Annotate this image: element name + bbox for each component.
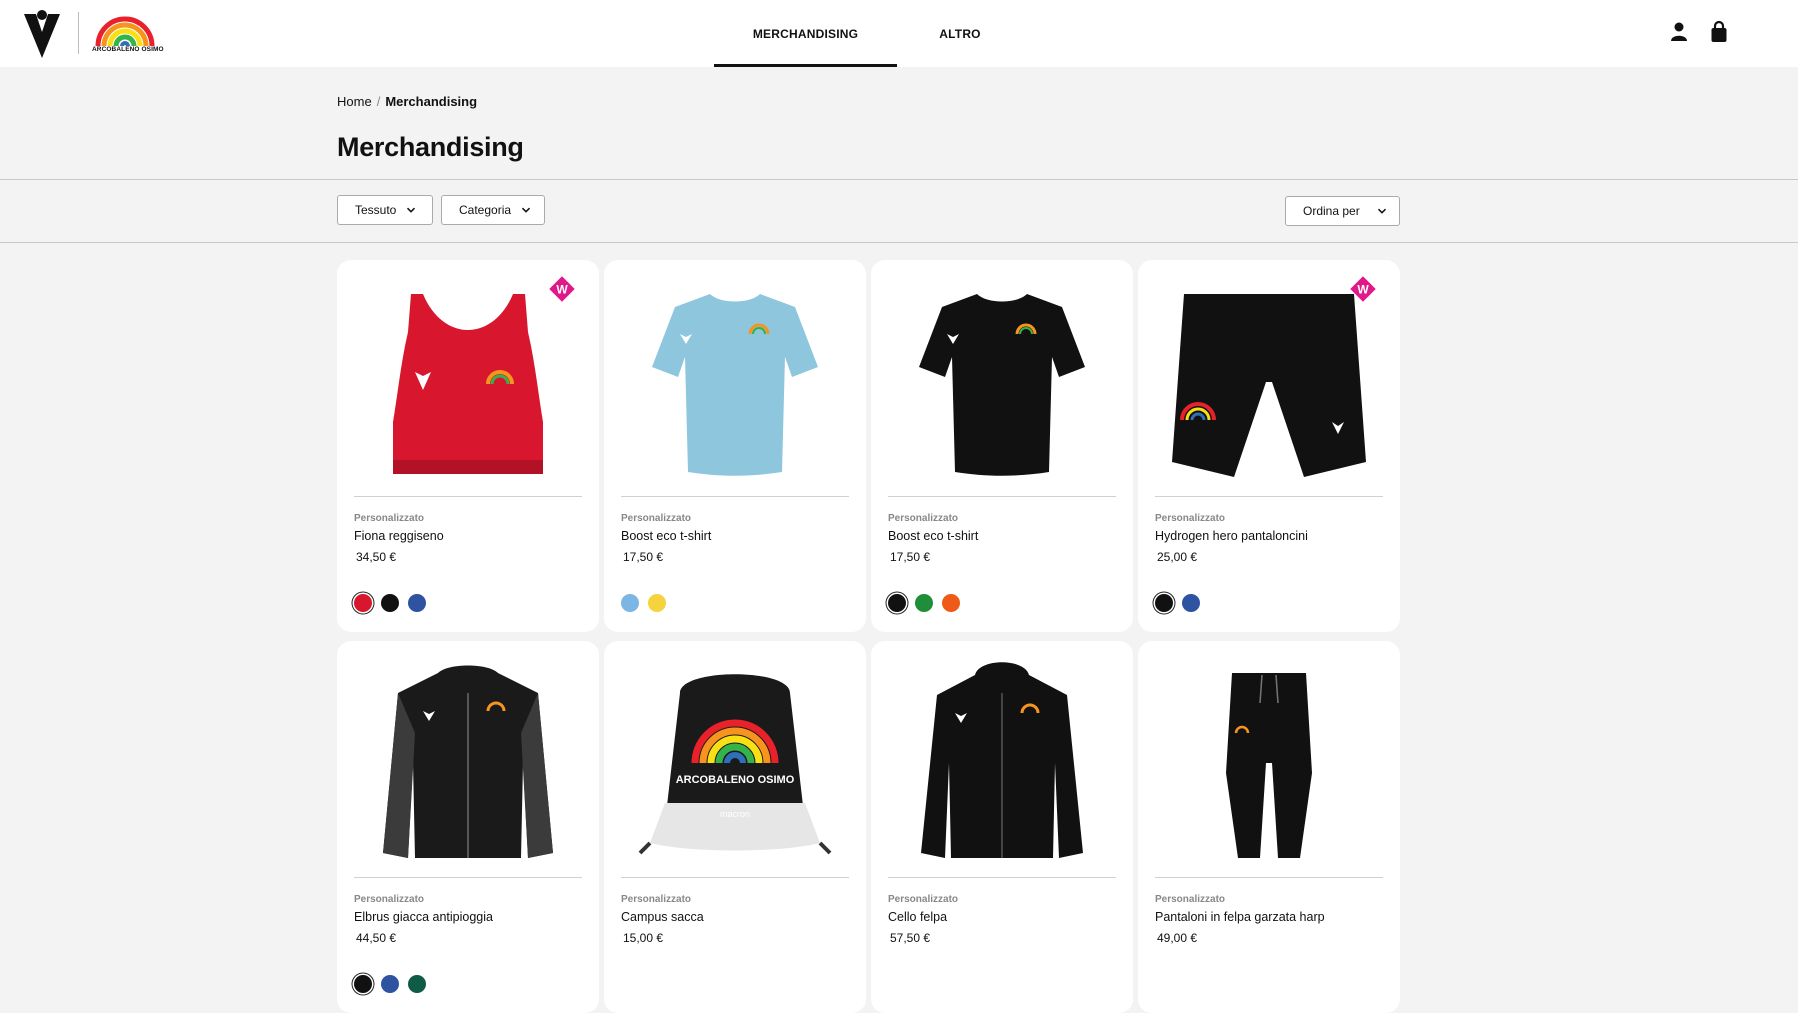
color-swatch-black[interactable] bbox=[888, 594, 906, 612]
product-image-rain-jacket[interactable] bbox=[353, 653, 583, 875]
color-swatches bbox=[621, 594, 666, 612]
card-divider bbox=[1155, 496, 1383, 497]
card-divider bbox=[888, 877, 1116, 878]
color-swatches bbox=[354, 975, 426, 993]
product-price: 49,00 € bbox=[1157, 931, 1198, 945]
product-price: 17,50 € bbox=[623, 550, 664, 564]
product-price: 44,50 € bbox=[356, 931, 397, 945]
card-divider bbox=[888, 496, 1116, 497]
filter-bar-bottom-rule bbox=[0, 242, 1798, 243]
product-price: 57,50 € bbox=[890, 931, 931, 945]
women-badge-icon: W bbox=[1350, 276, 1376, 302]
product-tag: Personalizzato bbox=[1155, 894, 1226, 905]
chevron-down-icon bbox=[1377, 208, 1387, 214]
product-name[interactable]: Boost eco t-shirt bbox=[621, 529, 711, 543]
shopping-bag-icon[interactable] bbox=[1707, 20, 1731, 44]
page-title: Merchandising bbox=[337, 132, 524, 162]
logo-separator bbox=[78, 12, 79, 54]
filter-fabric-dropdown[interactable]: Tessuto bbox=[337, 195, 433, 225]
sort-dropdown[interactable]: Ordina per bbox=[1285, 196, 1400, 226]
product-card[interactable]: W Personalizzato Hydrogen hero pantalonc… bbox=[1138, 260, 1400, 632]
product-tag: Personalizzato bbox=[888, 894, 959, 905]
nav-altro[interactable]: ALTRO bbox=[897, 0, 1023, 67]
macron-logo-icon[interactable] bbox=[22, 8, 62, 58]
color-swatch-orange[interactable] bbox=[942, 594, 960, 612]
product-image-shorts[interactable] bbox=[1154, 272, 1384, 494]
svg-text:W: W bbox=[556, 283, 568, 297]
breadcrumb-current: Merchandising bbox=[385, 94, 478, 109]
filter-fabric-label: Tessuto bbox=[355, 203, 397, 217]
product-image-gym-sack[interactable]: ARCOBALENO OSIMO macron bbox=[620, 653, 850, 875]
color-swatch-blue[interactable] bbox=[408, 594, 426, 612]
color-swatches bbox=[888, 594, 960, 612]
product-card[interactable]: W Personalizzato Fiona reggiseno 34,50 € bbox=[337, 260, 599, 632]
filter-category-label: Categoria bbox=[459, 203, 512, 217]
product-name[interactable]: Elbrus giacca antipioggia bbox=[354, 910, 493, 924]
product-tag: Personalizzato bbox=[621, 894, 692, 905]
color-swatch-black[interactable] bbox=[1155, 594, 1173, 612]
product-tag: Personalizzato bbox=[621, 513, 692, 524]
card-divider bbox=[621, 496, 849, 497]
color-swatch-blue[interactable] bbox=[1182, 594, 1200, 612]
club-logo-text: ARCOBALENO OSIMO bbox=[92, 46, 164, 53]
chevron-down-icon bbox=[407, 207, 416, 213]
product-image-tshirt[interactable] bbox=[620, 272, 850, 494]
sort-label: Ordina per bbox=[1303, 204, 1360, 218]
color-swatch-yellow[interactable] bbox=[648, 594, 666, 612]
product-name[interactable]: Pantaloni in felpa garzata harp bbox=[1155, 910, 1325, 924]
product-price: 25,00 € bbox=[1157, 550, 1198, 564]
product-card[interactable]: ARCOBALENO OSIMO macron Personalizzato C… bbox=[604, 641, 866, 1013]
card-divider bbox=[1155, 877, 1383, 878]
product-card[interactable]: Personalizzato Boost eco t-shirt 17,50 € bbox=[871, 260, 1133, 632]
product-name[interactable]: Campus sacca bbox=[621, 910, 704, 924]
product-tag: Personalizzato bbox=[1155, 513, 1226, 524]
breadcrumb-separator: / bbox=[376, 94, 381, 109]
product-image-hoodie[interactable] bbox=[887, 653, 1117, 875]
nav-merchandising[interactable]: MERCHANDISING bbox=[714, 0, 897, 67]
product-name[interactable]: Hydrogen hero pantaloncini bbox=[1155, 529, 1308, 543]
color-swatches bbox=[354, 594, 426, 612]
product-tag: Personalizzato bbox=[888, 513, 959, 524]
color-swatch-green[interactable] bbox=[915, 594, 933, 612]
color-swatch-blue[interactable] bbox=[381, 975, 399, 993]
product-tag: Personalizzato bbox=[354, 894, 425, 905]
product-name[interactable]: Boost eco t-shirt bbox=[888, 529, 978, 543]
breadcrumb-home[interactable]: Home bbox=[337, 94, 372, 109]
product-card[interactable]: Personalizzato Pantaloni in felpa garzat… bbox=[1138, 641, 1400, 1013]
filter-category-dropdown[interactable]: Categoria bbox=[441, 195, 545, 225]
card-divider bbox=[354, 496, 582, 497]
user-icon[interactable] bbox=[1667, 20, 1691, 44]
product-card[interactable]: Personalizzato Cello felpa 57,50 € bbox=[871, 641, 1133, 1013]
product-image-sports-bra[interactable] bbox=[353, 272, 583, 494]
card-divider bbox=[621, 877, 849, 878]
product-image-tshirt[interactable] bbox=[887, 272, 1117, 494]
product-card[interactable]: Personalizzato Boost eco t-shirt 17,50 € bbox=[604, 260, 866, 632]
card-divider bbox=[354, 877, 582, 878]
filter-bar-top-rule bbox=[0, 179, 1798, 180]
product-card[interactable]: Personalizzato Elbrus giacca antipioggia… bbox=[337, 641, 599, 1013]
nav-active-indicator bbox=[714, 64, 897, 67]
svg-text:macron: macron bbox=[720, 809, 750, 819]
product-price: 15,00 € bbox=[623, 931, 664, 945]
color-swatch-black[interactable] bbox=[381, 594, 399, 612]
color-swatches bbox=[1155, 594, 1200, 612]
color-swatch-red[interactable] bbox=[354, 594, 372, 612]
product-price: 17,50 € bbox=[890, 550, 931, 564]
women-badge-icon: W bbox=[549, 276, 575, 302]
product-tag: Personalizzato bbox=[354, 513, 425, 524]
product-name[interactable]: Cello felpa bbox=[888, 910, 947, 924]
color-swatch-dark-green[interactable] bbox=[408, 975, 426, 993]
product-image-sweatpants[interactable] bbox=[1154, 653, 1384, 875]
breadcrumb: Home / Merchandising bbox=[337, 94, 477, 109]
svg-text:ARCOBALENO OSIMO: ARCOBALENO OSIMO bbox=[676, 774, 795, 786]
product-price: 34,50 € bbox=[356, 550, 397, 564]
color-swatch-black[interactable] bbox=[354, 975, 372, 993]
site-header: ARCOBALENO OSIMO MERCHANDISING ALTRO bbox=[0, 0, 1798, 67]
chevron-down-icon bbox=[522, 207, 531, 213]
svg-text:W: W bbox=[1357, 283, 1369, 297]
color-swatch-light-blue[interactable] bbox=[621, 594, 639, 612]
product-name[interactable]: Fiona reggiseno bbox=[354, 529, 444, 543]
